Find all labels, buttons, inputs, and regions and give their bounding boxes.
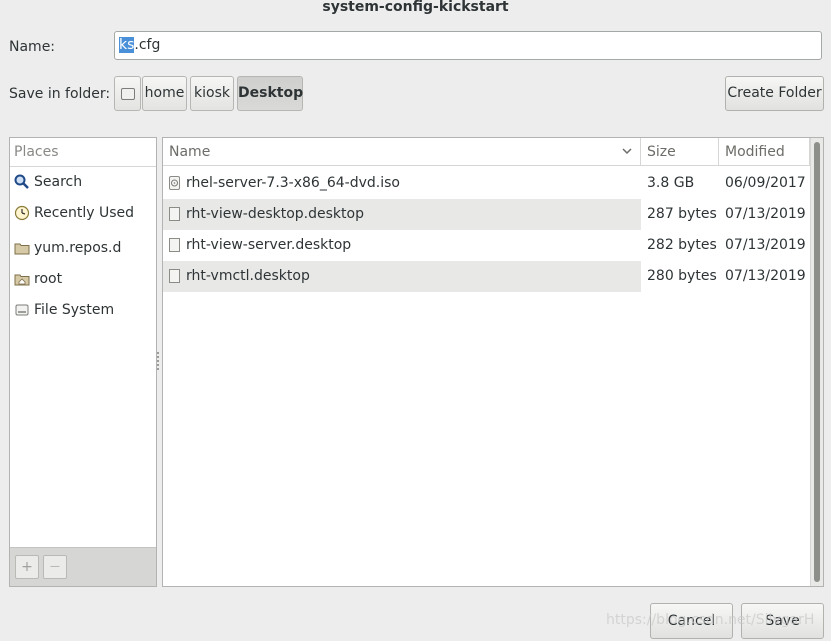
file-icon <box>169 269 180 283</box>
create-folder-button[interactable]: Create Folder <box>725 76 824 111</box>
place-item-search[interactable]: Search <box>14 172 82 192</box>
remove-bookmark-button[interactable]: — <box>43 555 67 579</box>
place-item-recently-used[interactable]: Recently Used <box>14 203 134 223</box>
file-modified: 07/13/2019 <box>725 206 806 222</box>
places-sidebar: Places Search Recently Used yum.repos.d … <box>9 137 157 587</box>
path-button-home[interactable]: home <box>142 76 187 111</box>
file-modified: 07/13/2019 <box>725 268 806 284</box>
file-name-input[interactable]: ks.cfg <box>114 31 822 60</box>
file-list-scrollbar[interactable] <box>810 138 823 586</box>
file-icon <box>169 238 180 252</box>
column-header-name[interactable]: Name <box>163 138 641 166</box>
file-size: 282 bytes <box>647 237 717 253</box>
places-footer: + — <box>10 547 156 586</box>
file-modified: 06/09/2017 <box>725 175 806 191</box>
file-row[interactable]: rhel-server-7.3-x86_64-dvd.iso 3.8 GB 06… <box>163 168 810 199</box>
place-item-label: File System <box>34 302 115 318</box>
place-item-yum-repos-d[interactable]: yum.repos.d <box>14 238 121 258</box>
watermark-text: https://blog.csdn.net/SilvgarH <box>606 612 815 628</box>
path-button-desktop[interactable]: Desktop <box>237 76 303 111</box>
home-folder-icon <box>14 271 30 287</box>
search-icon <box>14 174 30 190</box>
scrollbar-thumb[interactable] <box>814 142 820 582</box>
drive-icon <box>120 88 135 100</box>
file-name: rhel-server-7.3-x86_64-dvd.iso <box>186 175 400 191</box>
place-item-label: yum.repos.d <box>34 240 122 256</box>
clock-icon <box>14 205 30 221</box>
name-label: Name: <box>9 39 56 55</box>
file-name-rest-text: .cfg <box>134 37 161 53</box>
file-name: rht-view-server.desktop <box>186 237 352 253</box>
window-title: system-config-kickstart <box>322 0 509 15</box>
file-icon <box>169 207 180 221</box>
file-name-selected-text: ks <box>119 37 135 53</box>
file-size: 287 bytes <box>647 206 717 222</box>
add-bookmark-button[interactable]: + <box>15 555 39 579</box>
file-row[interactable]: rht-vmctl.desktop 280 bytes 07/13/2019 <box>163 261 810 292</box>
drive-icon <box>14 302 30 318</box>
place-item-label: root <box>34 271 63 287</box>
disc-image-icon <box>169 176 180 190</box>
save-in-folder-label: Save in folder: <box>9 86 111 102</box>
file-name: rht-vmctl.desktop <box>186 268 310 284</box>
file-row[interactable]: rht-view-desktop.desktop 287 bytes 07/13… <box>163 199 810 230</box>
folder-icon <box>14 240 30 256</box>
column-header-modified[interactable]: Modified <box>719 138 810 166</box>
pane-resize-handle[interactable] <box>157 350 160 374</box>
file-size: 280 bytes <box>647 268 717 284</box>
column-header-size[interactable]: Size <box>641 138 719 166</box>
place-item-label: Recently Used <box>34 205 135 221</box>
file-list: Name Size Modified rhel-server-7.3-x86_6… <box>162 137 824 587</box>
places-header: Places <box>10 138 156 167</box>
column-header-name-label: Name <box>169 144 211 160</box>
file-name: rht-view-desktop.desktop <box>186 206 364 222</box>
place-item-file-system[interactable]: File System <box>14 300 114 320</box>
path-toggle-button[interactable] <box>114 76 141 111</box>
file-row[interactable]: rht-view-server.desktop 282 bytes 07/13/… <box>163 230 810 261</box>
file-modified: 07/13/2019 <box>725 237 806 253</box>
place-item-root[interactable]: root <box>14 269 62 289</box>
path-button-kiosk[interactable]: kiosk <box>190 76 234 111</box>
place-item-label: Search <box>34 174 83 190</box>
file-size: 3.8 GB <box>647 175 695 191</box>
